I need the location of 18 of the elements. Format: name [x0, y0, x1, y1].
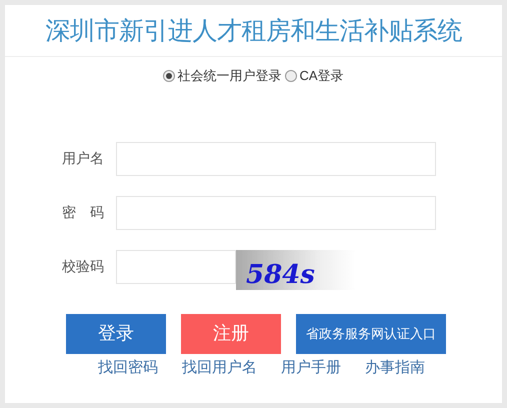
gov-auth-button[interactable]: 省政务服务网认证入口 [296, 314, 446, 354]
username-field[interactable] [116, 142, 436, 176]
field-label: 校验码 [61, 257, 105, 276]
captcha-field[interactable] [116, 250, 236, 284]
help-link[interactable]: 用户手册 [281, 356, 365, 379]
radio-button[interactable] [285, 70, 298, 82]
help-link[interactable]: 办事指南 [365, 356, 449, 379]
password-field[interactable] [116, 196, 436, 230]
field-label: 用户名 [61, 149, 105, 168]
field-label: 密 码 [61, 203, 105, 222]
radio-label[interactable]: 社会统一用户登录 [177, 66, 282, 86]
help-link[interactable]: 找回用户名 [182, 356, 281, 379]
help-link[interactable]: 找回密码 [98, 356, 182, 379]
page-title: 深圳市新引进人才租房和生活补贴系统 [45, 14, 462, 47]
radio-label[interactable]: CA登录 [299, 66, 344, 86]
radio-button[interactable] [163, 70, 176, 82]
login-button[interactable]: 登录 [66, 314, 166, 354]
register-button[interactable]: 注册 [181, 314, 281, 354]
